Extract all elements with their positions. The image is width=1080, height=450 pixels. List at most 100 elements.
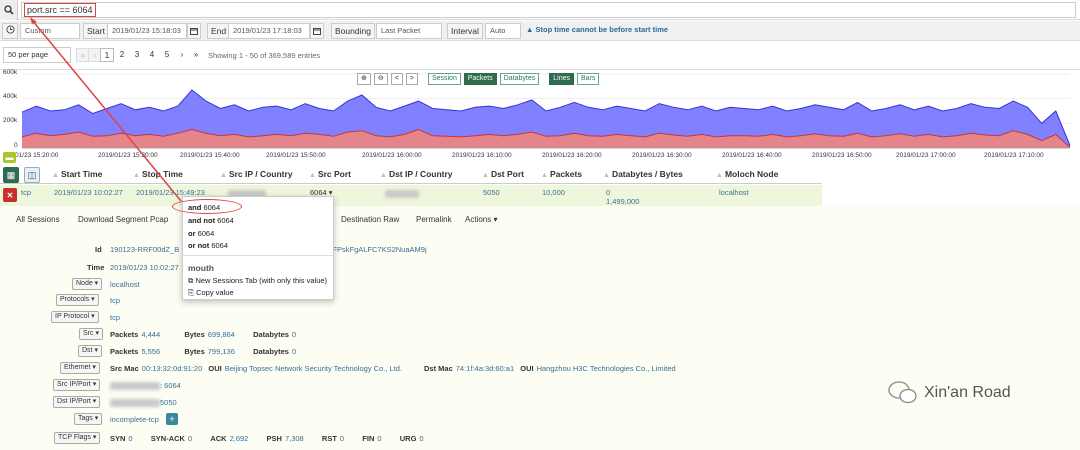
row-databytes: 0 xyxy=(606,188,611,197)
x-tick-label: 2019/01/23 16:40:00 xyxy=(722,152,782,159)
start-calendar-button[interactable] xyxy=(187,23,201,39)
tab-permalink[interactable]: Permalink xyxy=(416,215,452,224)
time-range-select[interactable]: Custom xyxy=(20,23,80,39)
tab-all-sessions[interactable]: All Sessions xyxy=(16,215,60,224)
zoom-in-button[interactable]: ⊕ xyxy=(357,73,371,85)
tab-destination-raw[interactable]: Destination Raw xyxy=(341,215,399,224)
dst-field-button[interactable]: Dst ▾ xyxy=(78,345,102,357)
showing-entries: Showing 1 - 50 of 369,589 entries xyxy=(208,51,321,60)
dst-ipport-field-button[interactable]: Dst IP/Port ▾ xyxy=(53,396,101,408)
time-value[interactable]: 2019/01/23 10:02:27 xyxy=(110,263,179,272)
ethernet-field-button[interactable]: Ethernet ▾ xyxy=(60,362,100,374)
row-dst-ip[interactable] xyxy=(385,190,419,198)
chart-controls: ⊕ ⊖ < > Session Packets Databytes Lines … xyxy=(357,73,600,85)
bounding-label: Bounding xyxy=(331,23,375,39)
col-packets[interactable]: ▲ Packets xyxy=(541,169,582,179)
actions-dropdown[interactable]: Actions ▾ xyxy=(465,215,497,224)
zoom-out-button[interactable]: ⊖ xyxy=(373,73,388,85)
tags-value[interactable]: incomplete-tcp xyxy=(110,415,159,424)
lines-toggle[interactable]: Lines xyxy=(549,73,575,85)
session-toggle[interactable]: Session xyxy=(427,73,461,85)
col-moloch-node[interactable]: ▲ Moloch Node xyxy=(716,169,778,179)
src-ipport-value[interactable]: : 6064 xyxy=(160,381,181,390)
interval-select[interactable]: Auto xyxy=(485,23,521,39)
page-1-button[interactable]: 1 xyxy=(100,48,114,62)
node-value[interactable]: localhost xyxy=(110,280,140,289)
col-src-ip[interactable]: ▲ Src IP / Country xyxy=(220,169,293,179)
end-calendar-button[interactable] xyxy=(310,23,324,39)
y-tick-200k: 200k xyxy=(3,117,18,124)
tags-field-button[interactable]: Tags ▾ xyxy=(74,413,103,425)
page-3-button[interactable]: 3 xyxy=(130,48,144,62)
zoom-out-icon: ⊖ xyxy=(377,75,384,82)
paging-bar: 50 per page « ‹ 1 2 3 4 5 › » Showing 1 … xyxy=(0,44,1080,66)
table-row[interactable]: ✕ tcp 2019/01/23 10:02:27 2019/01/23 15:… xyxy=(0,185,822,206)
add-tag-button[interactable]: + xyxy=(166,413,178,425)
col-start-time[interactable]: ▲ Start Time xyxy=(52,169,102,179)
zoom-in-icon: ⊕ xyxy=(361,75,367,82)
row-protocol[interactable]: tcp xyxy=(21,188,31,197)
tcp-flags-field-button[interactable]: TCP Flags ▾ xyxy=(54,432,101,444)
next-page-button[interactable]: › xyxy=(175,48,189,62)
src-field-button[interactable]: Src ▾ xyxy=(79,328,103,340)
page-2-button[interactable]: 2 xyxy=(115,48,129,62)
protocols-value[interactable]: tcp xyxy=(110,296,120,305)
menu-or[interactable]: or 6064 xyxy=(188,229,214,238)
ip-protocol-field-button[interactable]: IP Protocol ▾ xyxy=(51,311,99,323)
col-dst-port[interactable]: ▲ Dst Port xyxy=(482,169,524,179)
sort-icon: ▲ xyxy=(541,172,548,179)
col-stop-time[interactable]: ▲ Stop Time xyxy=(133,169,183,179)
row-dst-port[interactable]: 5050 xyxy=(483,188,500,197)
sort-icon: ▲ xyxy=(482,172,489,179)
menu-and-not[interactable]: and not 6064 xyxy=(188,216,234,225)
col-src-port[interactable]: ▲ Src Port xyxy=(309,169,351,179)
col-databytes[interactable]: ▲ Databytes / Bytes xyxy=(603,169,683,179)
column-config-button[interactable]: ◫ xyxy=(24,167,40,183)
row-node[interactable]: localhost xyxy=(719,188,749,197)
node-field-button[interactable]: Node ▾ xyxy=(72,278,103,290)
search-input[interactable]: port.src == 6064 xyxy=(21,2,1076,18)
sort-icon: ▲ xyxy=(380,172,387,179)
per-page-select[interactable]: 50 per page xyxy=(3,47,71,63)
menu-new-sessions-tab[interactable]: ⧉ New Sessions Tab (with only this value… xyxy=(188,276,327,286)
end-label: End xyxy=(207,23,231,39)
dst-stats: Packets 5,556 Bytes 799,136 Databytes 0 xyxy=(110,347,297,356)
column-visibility-button[interactable]: ▦ xyxy=(3,167,19,183)
session-detail xyxy=(0,206,1080,450)
sessions-table-header: ▦ ◫ ▲ Start Time ▲ Stop Time ▲ Src IP / Cou… xyxy=(0,165,822,184)
menu-copy-value[interactable]: ⎘ Copy value xyxy=(188,288,234,298)
bars-toggle[interactable]: Bars xyxy=(577,73,600,85)
x-tick-label: 2019/01/23 16:00:00 xyxy=(362,152,422,159)
close-session-button[interactable]: ✕ xyxy=(3,188,17,202)
src-ipport-field-button[interactable]: Src IP/Port ▾ xyxy=(53,379,101,391)
end-time-input[interactable]: 2019/01/23 17:18:03 xyxy=(228,23,310,39)
dst-ip-blurred xyxy=(110,399,160,407)
grid-icon: ▦ xyxy=(6,169,16,180)
start-time-input[interactable]: 2019/01/23 15:18:03 xyxy=(107,23,187,39)
page-5-button[interactable]: 5 xyxy=(160,48,174,62)
packets-toggle[interactable]: Packets xyxy=(463,73,497,85)
dst-ipport-value[interactable]: 5050 xyxy=(160,398,177,407)
page-4-button[interactable]: 4 xyxy=(145,48,159,62)
menu-or-not[interactable]: or not 6064 xyxy=(188,241,228,250)
last-page-button[interactable]: » xyxy=(189,48,203,62)
pan-right-button[interactable]: > xyxy=(405,73,418,85)
row-start-time[interactable]: 2019/01/23 10:02:27 xyxy=(54,188,123,197)
calendar-icon xyxy=(190,28,198,35)
collapse-graph-button[interactable]: ▬ xyxy=(3,152,16,163)
id-value[interactable]: 190123-RRF00dZ_B xyxy=(110,245,179,254)
search-button[interactable] xyxy=(0,0,18,20)
id-label: Id xyxy=(95,245,102,254)
id-value-suffix[interactable]: RFPskFgALFC7KS2NuaAM9j xyxy=(327,245,427,254)
time-toolbar: Custom Start 2019/01/23 15:18:03 End 201… xyxy=(0,21,1080,41)
time-warning: ▲ Stop time cannot be before start time xyxy=(526,25,669,34)
databytes-toggle[interactable]: Databytes xyxy=(499,73,540,85)
bounding-select[interactable]: Last Packet xyxy=(376,23,442,39)
protocols-field-button[interactable]: Protocols ▾ xyxy=(56,294,99,306)
tab-download-pcap[interactable]: Download Segment Pcap xyxy=(78,215,168,224)
sort-icon: ▲ xyxy=(309,172,316,179)
pan-left-button[interactable]: < xyxy=(390,73,403,85)
col-dst-ip[interactable]: ▲ Dst IP / Country xyxy=(380,169,453,179)
ip-protocol-value[interactable]: tcp xyxy=(110,313,120,322)
sort-icon: ▲ xyxy=(220,172,227,179)
